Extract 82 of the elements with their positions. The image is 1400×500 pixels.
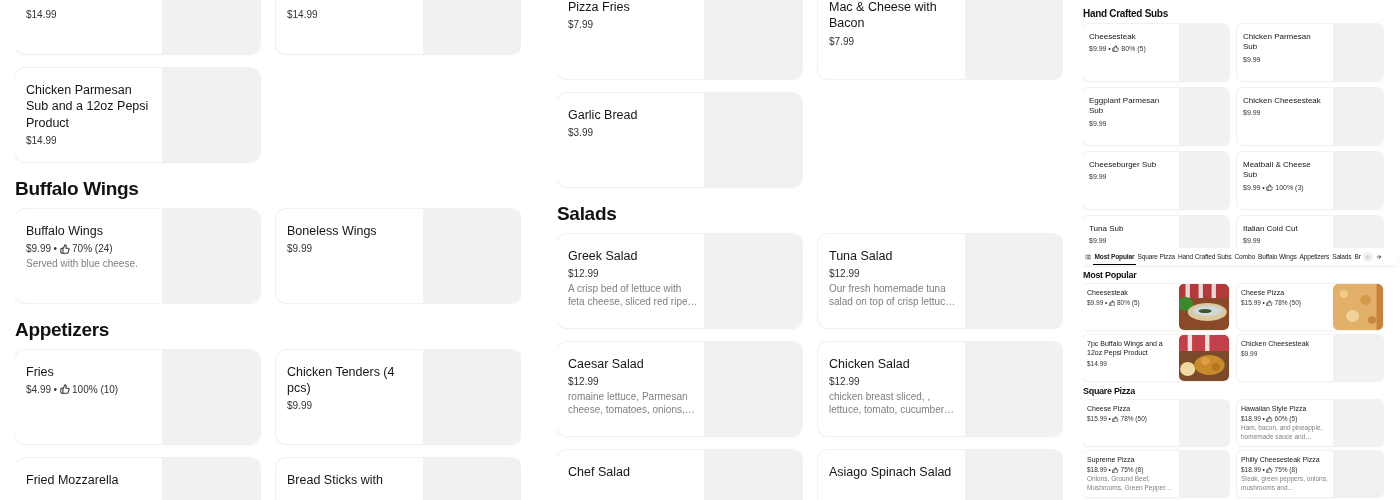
section-heading: Square Pizza [1083, 385, 1135, 397]
item-name: Bread Sticks with [287, 471, 384, 488]
section-heading: Salads [557, 203, 617, 226]
item-name: Cheeseburger Sub [1089, 160, 1158, 171]
item-name: Chicken Parmesan Sub [1243, 32, 1312, 53]
thumbs-up-icon [1108, 299, 1116, 307]
item-name: Fried Mozzarella [26, 471, 120, 488]
item-name: Buffalo Wings [26, 222, 104, 240]
menu-item-card[interactable]: Chicken Parmesan Sub and a 12oz Pepsi Product $14.99 [15, 68, 260, 162]
item-name: Caesar Salad [568, 355, 645, 373]
thumbs-up-icon [1112, 415, 1119, 423]
item-description: Served with blue cheese. [26, 257, 139, 271]
item-name: Tuna Salad [829, 247, 894, 265]
item-name: Pizza Fries [568, 0, 631, 16]
item-name: Chef Salad [568, 463, 631, 481]
thumbs-up-icon [1112, 466, 1119, 474]
item-name: Greek Salad [568, 247, 639, 265]
item-price: $14.99 [26, 9, 57, 21]
menu-item-card[interactable]: Fries $4.99 • 100% (10) [15, 349, 260, 444]
menu-item-card[interactable]: Chef Salad [557, 449, 802, 500]
item-name: Eggplant Parmesan Sub [1089, 96, 1161, 117]
thumbs-up-icon [1112, 45, 1120, 53]
thumbs-up-icon [1266, 415, 1273, 423]
item-name: Fries [26, 363, 55, 380]
section-heading: Most Popular [1083, 270, 1137, 281]
menu-item-card[interactable]: Tuna Salad $12.99 Our fresh homemade tuna salad on top of crisp lettuc… [818, 233, 1063, 328]
item-name: Mac & Cheese with Bacon [829, 0, 938, 32]
item-price: $9.99 [287, 243, 313, 255]
item-name: Cheesesteak [1089, 32, 1137, 43]
item-price: $7.99 [829, 35, 855, 47]
item-name: Garlic Bread [568, 107, 639, 124]
menu-item-card[interactable]: $14.99 [276, 0, 521, 54]
item-name: Chicken Parmesan Sub and a 12oz Pepsi Product [26, 82, 150, 131]
separator-dot: • [53, 243, 58, 255]
thumbs-up-icon [59, 384, 70, 395]
menu-item-card[interactable]: Buffalo Wings $9.99 • 70% (24) Served with blue cheese. [15, 208, 260, 303]
item-name: Boneless Wings [287, 222, 378, 240]
menu-item-card[interactable]: Asiago Spinach Salad [818, 449, 1063, 500]
section-heading: Buffalo Wings [15, 178, 139, 201]
item-name: Chicken Salad [829, 355, 911, 373]
menu-item-card[interactable]: $14.99 [15, 0, 260, 54]
item-price: $4.99 [26, 383, 52, 395]
separator-dot: • [53, 383, 58, 395]
menu-item-card[interactable]: Caesar Salad $12.99 romaine lettuce, Parmesan cheese, tomatoes, onions,… [557, 341, 802, 436]
menu-item-card[interactable]: Boneless Wings $9.99 [276, 208, 521, 303]
item-price: $7.99 [568, 19, 594, 31]
item-price: $14.99 [287, 9, 318, 21]
menu-item-card[interactable]: Pizza Fries $7.99 [557, 0, 802, 79]
item-price: $14.99 [26, 134, 57, 146]
item-price: $9.99 [26, 243, 52, 255]
item-price: $12.99 [568, 376, 599, 388]
thumbs-up-icon [59, 243, 70, 254]
menu-icon[interactable] [1083, 253, 1093, 260]
item-name: Italian Cold Cut [1243, 224, 1299, 235]
menu-item-card[interactable]: Bread Sticks with [276, 457, 521, 500]
item-name: Meatball & Cheese Sub [1243, 160, 1312, 181]
item-price: $12.99 [568, 268, 599, 280]
rating-score: 100% (10) [72, 383, 119, 395]
item-name: Chicken Cheesesteak [1243, 96, 1322, 107]
item-price: $12.99 [829, 268, 860, 280]
thumbs-up-icon [1266, 466, 1273, 474]
item-price: $3.99 [568, 127, 594, 139]
section-heading: Hand Crafted Subs [1083, 8, 1168, 20]
item-name: Chicken Tenders (4 pcs) [287, 363, 396, 397]
menu-item-card[interactable]: Chicken Salad $12.99 chicken breast sliced, , lettuce, tomato, cucumber… [818, 341, 1063, 436]
item-description: A crisp bed of lettuce with feta cheese, sliced red ripe… [568, 282, 698, 309]
item-description: romaine lettuce, Parmesan cheese, tomatoes, onions,… [568, 390, 696, 417]
menu-item-card[interactable]: Mac & Cheese with Bacon $7.99 [818, 0, 1063, 79]
thumbs-up-icon [1266, 299, 1273, 307]
thumbs-up-icon [1266, 183, 1274, 191]
item-price: $9.99 [287, 400, 313, 412]
section-heading: Appetizers [15, 318, 110, 342]
rating-score: 70% (24) [72, 243, 113, 255]
menu-item-card[interactable]: Fried Mozzarella [15, 457, 260, 500]
menu-item-card[interactable]: Chicken Tenders (4 pcs) $9.99 [276, 349, 521, 444]
item-description: Our fresh homemade tuna salad on top of crisp lettuc… [829, 282, 957, 309]
item-description: chicken breast sliced, , lettuce, tomato, cucumber… [829, 390, 956, 417]
menu-item-card[interactable]: Greek Salad $12.99 A crisp bed of lettuce with feta cheese, sliced red ripe… [557, 233, 802, 328]
item-name: Asiago Spinach Salad [829, 463, 953, 481]
item-name: Tuna Sub [1089, 224, 1125, 235]
menu-item-card[interactable]: Garlic Bread $3.99 [557, 93, 802, 187]
item-price: $12.99 [829, 376, 860, 388]
